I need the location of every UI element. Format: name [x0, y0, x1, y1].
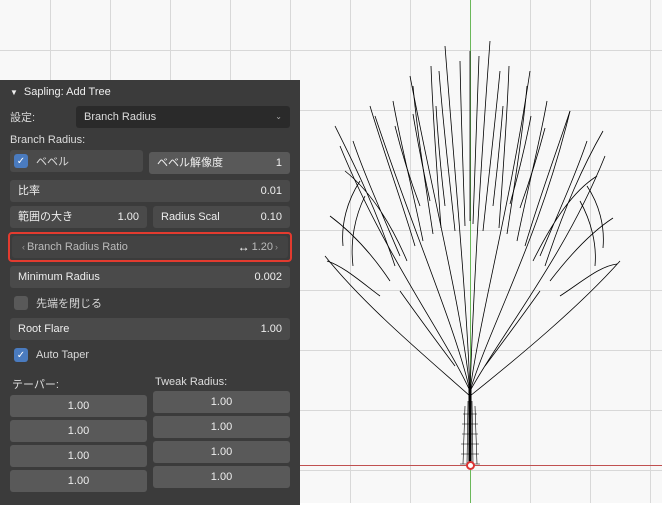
operator-panel: ▼ Sapling: Add Tree 設定: Branch Radius ⌄ …: [0, 80, 300, 505]
bevel-res-label: ベベル解像度: [157, 152, 223, 174]
bevel-resolution-field[interactable]: ベベル解像度 1: [149, 152, 290, 174]
tweak-2[interactable]: 1.00: [153, 441, 290, 463]
settings-dropdown[interactable]: Branch Radius ⌄: [76, 106, 290, 128]
checkbox-on-icon: ✓: [14, 348, 28, 362]
checkbox-on-icon: ✓: [14, 154, 28, 168]
taper-3[interactable]: 1.00: [10, 470, 147, 492]
brr-label: Branch Radius Ratio: [27, 236, 234, 258]
minimum-radius-field[interactable]: Minimum Radius 0.002: [10, 266, 290, 288]
disclosure-icon: ▼: [10, 88, 18, 97]
close-tip-label: 先端を閉じる: [36, 295, 102, 311]
chevron-right-icon: ›: [273, 236, 280, 258]
chevron-down-icon: ⌄: [275, 106, 282, 128]
ratio-label: 比率: [18, 180, 40, 202]
rf-value: 1.00: [261, 318, 282, 340]
tweak-radius-header: Tweak Radius:: [155, 376, 290, 388]
radius-scale-field[interactable]: Radius Scal 0.10: [153, 206, 290, 228]
highlighted-field: ‹ Branch Radius Ratio ↔ 1.20 ›: [8, 232, 292, 262]
root-flare-field[interactable]: Root Flare 1.00: [10, 318, 290, 340]
rsr-value: 1.00: [118, 206, 139, 228]
section-label: Branch Radius:: [10, 134, 290, 146]
taper-0[interactable]: 1.00: [10, 395, 147, 417]
bevel-checkbox-row[interactable]: ✓ ベベル: [10, 150, 143, 172]
rs-label: Radius Scal: [161, 206, 220, 228]
rs-value: 0.10: [261, 206, 282, 228]
panel-title: Sapling: Add Tree: [24, 86, 111, 98]
rsr-label: 範囲の大き: [18, 206, 73, 228]
brr-value: 1.20: [252, 236, 273, 258]
minr-label: Minimum Radius: [18, 266, 100, 288]
bevel-label: ベベル: [36, 153, 69, 169]
bevel-res-value: 1: [276, 152, 282, 174]
auto-taper-checkbox[interactable]: ✓ Auto Taper: [10, 344, 290, 366]
branch-radius-ratio-field[interactable]: ‹ Branch Radius Ratio ↔ 1.20 ›: [12, 236, 288, 258]
ratio-value: 0.01: [261, 180, 282, 202]
settings-label: 設定:: [10, 109, 70, 125]
taper-2[interactable]: 1.00: [10, 445, 147, 467]
chevron-left-icon: ‹: [20, 236, 27, 258]
cursor-3d: [466, 461, 475, 470]
checkbox-off-icon: [14, 296, 28, 310]
radius-scale-range-field[interactable]: 範囲の大き 1.00: [10, 206, 147, 228]
auto-taper-label: Auto Taper: [36, 349, 89, 361]
tweak-0[interactable]: 1.00: [153, 391, 290, 413]
tweak-3[interactable]: 1.00: [153, 466, 290, 488]
rf-label: Root Flare: [18, 318, 69, 340]
minr-value: 0.002: [254, 266, 282, 288]
panel-header[interactable]: ▼ Sapling: Add Tree: [10, 80, 290, 106]
settings-selected: Branch Radius: [84, 106, 156, 128]
close-tip-checkbox[interactable]: 先端を閉じる: [10, 292, 290, 314]
ratio-field[interactable]: 比率 0.01: [10, 180, 290, 202]
tree-wireframe: [305, 6, 645, 476]
tweak-1[interactable]: 1.00: [153, 416, 290, 438]
taper-header: テーパー:: [12, 376, 147, 392]
taper-1[interactable]: 1.00: [10, 420, 147, 442]
drag-cursor-icon: ↔: [238, 236, 248, 258]
